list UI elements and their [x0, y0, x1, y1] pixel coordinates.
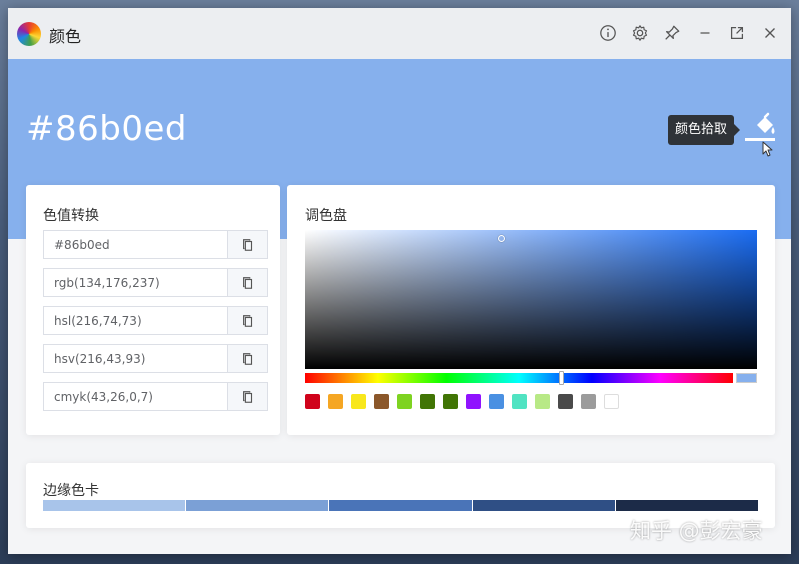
preset-swatch[interactable]: [443, 394, 458, 409]
preset-swatch[interactable]: [489, 394, 504, 409]
preset-swatch[interactable]: [420, 394, 435, 409]
copy-icon: [242, 314, 252, 327]
close-button[interactable]: [759, 22, 781, 44]
palette-title: 调色盘: [305, 208, 347, 224]
preset-swatch[interactable]: [351, 394, 366, 409]
pin-button[interactable]: [661, 22, 683, 44]
gear-icon: [632, 25, 648, 41]
color-picker-button[interactable]: [743, 111, 779, 159]
copy-rgb-button[interactable]: [227, 268, 268, 297]
watermark: 知乎 @彭宏豪: [630, 519, 763, 543]
conversion-row-hex: [43, 230, 268, 259]
edge-title: 边缘色卡: [43, 483, 99, 499]
app-window: 颜色 #86b0ed 颜色拾取 色值转换 #86b0ed rgb(134,176…: [8, 8, 791, 554]
hsv-value-input[interactable]: [43, 344, 227, 373]
cmyk-value-input[interactable]: [43, 382, 227, 411]
conversion-row-cmyk: [43, 382, 268, 411]
minimize-icon: [700, 32, 710, 34]
conversion-title: 色值转换: [43, 208, 99, 224]
sv-cursor[interactable]: [498, 235, 505, 242]
copy-icon: [242, 390, 252, 403]
rgb-value-input[interactable]: [43, 268, 227, 297]
preset-swatch[interactable]: [604, 394, 619, 409]
info-button[interactable]: [597, 22, 619, 44]
color-preview-chip: [736, 373, 757, 383]
preset-swatch[interactable]: [558, 394, 573, 409]
preset-swatch[interactable]: [466, 394, 481, 409]
edge-color-segment[interactable]: [615, 500, 759, 511]
picker-tooltip: 颜色拾取: [668, 115, 741, 145]
close-icon: [765, 28, 775, 38]
edge-color-segment[interactable]: [43, 500, 187, 511]
hsl-value-input[interactable]: [43, 306, 227, 335]
copy-icon: [242, 352, 252, 365]
palette-card: 调色盘: [287, 185, 775, 435]
preset-swatch[interactable]: [374, 394, 389, 409]
pin-icon: [665, 25, 680, 40]
conversion-row-rgb: [43, 268, 268, 297]
conversion-row-hsv: [43, 344, 268, 373]
edge-color-segment[interactable]: [186, 500, 330, 511]
minimize-button[interactable]: [694, 22, 716, 44]
copy-icon: [242, 238, 252, 251]
info-icon: [600, 25, 616, 41]
preset-swatch[interactable]: [581, 394, 596, 409]
copy-hsv-button[interactable]: [227, 344, 268, 373]
preset-swatch[interactable]: [535, 394, 550, 409]
preset-swatch[interactable]: [397, 394, 412, 409]
settings-button[interactable]: [629, 22, 651, 44]
saturation-value-area[interactable]: [305, 230, 757, 369]
copy-hex-button[interactable]: [227, 230, 268, 259]
copy-cmyk-button[interactable]: [227, 382, 268, 411]
hue-slider[interactable]: [305, 371, 733, 385]
color-wheel-icon: [17, 22, 41, 46]
conversion-card: 色值转换: [26, 185, 280, 435]
copy-hsl-button[interactable]: [227, 306, 268, 335]
edge-color-segment[interactable]: [329, 500, 473, 511]
preset-swatch[interactable]: [512, 394, 527, 409]
conversion-row-hsl: [43, 306, 268, 335]
hex-value-input[interactable]: [43, 230, 227, 259]
popout-icon: [730, 26, 744, 40]
edge-color-segment[interactable]: [472, 500, 616, 511]
edge-color-strip: [43, 500, 759, 511]
titlebar: 颜色: [8, 8, 791, 59]
preset-swatch[interactable]: [328, 394, 343, 409]
window-title: 颜色: [49, 27, 82, 46]
eyedropper-fill-icon: [745, 112, 775, 157]
preset-swatch[interactable]: [305, 394, 320, 409]
popout-button[interactable]: [726, 22, 748, 44]
copy-icon: [242, 276, 252, 289]
current-color-hex: #86b0ed: [26, 109, 187, 149]
hue-slider-thumb[interactable]: [559, 371, 564, 385]
